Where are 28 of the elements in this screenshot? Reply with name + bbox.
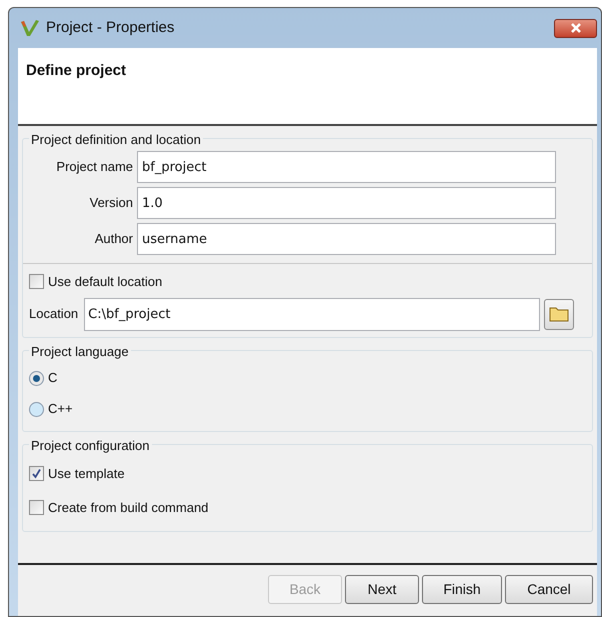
text-field[interactable]: 1.0 (137, 187, 556, 219)
page-title: Define project (26, 61, 128, 81)
dialog-button[interactable]: Finish (422, 575, 502, 604)
text-field[interactable]: bf_project (137, 151, 556, 183)
checkbox-label: Create from build command (48, 498, 208, 517)
field-label: Location (29, 305, 80, 324)
checkbox[interactable] (29, 466, 44, 481)
radio-label: C (48, 369, 58, 388)
window-title: Project - Properties (46, 18, 174, 38)
radio-label: C++ (48, 400, 73, 418)
field-label: Project name (55, 158, 134, 176)
close-icon (568, 22, 582, 34)
location-field[interactable]: C:\bf_project (84, 298, 540, 330)
browse-button[interactable] (544, 298, 574, 330)
text-field[interactable]: username (137, 223, 556, 255)
folder-icon (549, 306, 570, 322)
checkbox-label: Use default location (48, 273, 162, 291)
checkbox[interactable] (29, 500, 44, 515)
dialog-button[interactable]: Cancel (505, 575, 593, 604)
close-button[interactable] (554, 18, 597, 38)
radio-button[interactable] (29, 402, 44, 416)
checkbox[interactable] (29, 274, 44, 290)
app-logo-icon (20, 19, 40, 37)
checkbox-label: Use template (48, 464, 125, 483)
dialog-button[interactable]: Next (345, 575, 419, 604)
field-label: Version (88, 194, 134, 212)
field-label: Author (94, 230, 134, 248)
radio-button[interactable] (29, 370, 44, 386)
